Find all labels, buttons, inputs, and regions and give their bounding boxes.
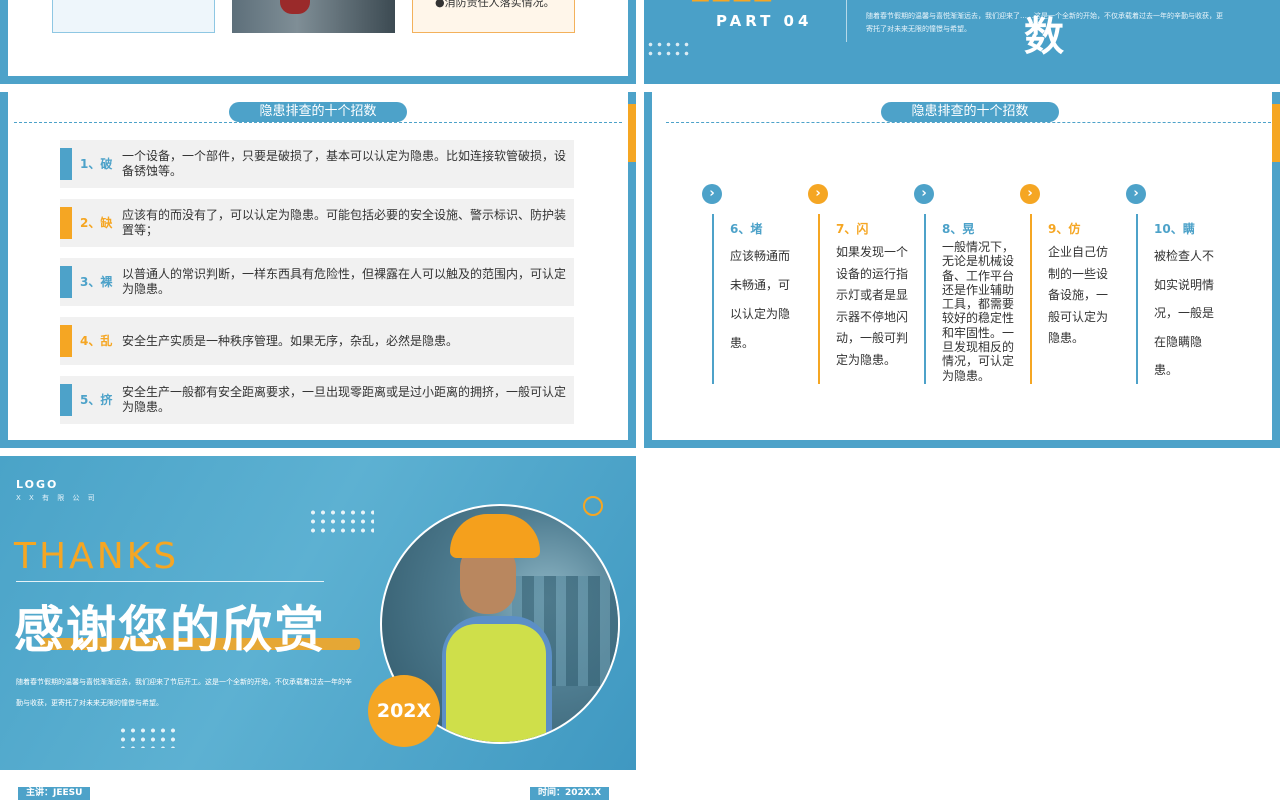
item-marker	[60, 325, 72, 357]
date-label: 时间：202X.X	[530, 787, 610, 800]
tip-body: 被检查人不如实说明情况，一般是在隐瞒隐患。	[1154, 249, 1215, 378]
tip-heading: 7、闪	[836, 222, 869, 236]
info-box-right: ●消防责任人落实情况。	[412, 0, 575, 33]
column-line	[818, 214, 820, 384]
column-line	[1136, 214, 1138, 384]
orange-tab-decoration	[1272, 104, 1280, 162]
chevron-right-icon: ›	[1020, 184, 1040, 204]
section-title-fragment-orange: ▬▬▬▬	[690, 0, 773, 9]
slide-title: 隐患排查的十个招数	[229, 102, 407, 122]
tip-heading: 6、堵	[730, 222, 763, 236]
chevron-right-icon: ›	[808, 184, 828, 204]
orange-tab-decoration	[628, 104, 636, 162]
chevron-right-icon: ›	[1126, 184, 1146, 204]
list-item: 5、挤 安全生产一般都有安全距离要求，一旦出现零距离或是过小距离的拥挤，一般可认…	[60, 376, 574, 424]
safety-vest	[446, 624, 546, 742]
slide-thumbnail-partial-top-left[interactable]: ●消防责任人落实情况。	[0, 0, 636, 84]
info-box-right-text: ●消防责任人落实情况。	[435, 0, 555, 9]
dot-pattern-decoration	[646, 40, 692, 60]
slide-thumbnail-thanks[interactable]: LOGO X X 有 限 公 司 THANKS 感谢您的欣赏 随着春节假期的温馨…	[0, 456, 636, 800]
tip-body: 一般情况下，无论是机械设备、工作平台还是作业辅助工具，都需要较好的稳定性和牢固性…	[942, 240, 1015, 383]
divider-line	[846, 0, 847, 42]
tip-heading: 10、瞒	[1154, 222, 1195, 236]
thanks-headline: 感谢您的欣赏	[14, 601, 326, 659]
thanks-hero-background: LOGO X X 有 限 公 司 THANKS 感谢您的欣赏 随着春节假期的温馨…	[0, 456, 636, 770]
list-item: 1、破 一个设备，一个部件，只要是破损了，基本可以认定为隐患。比如连接软管破损，…	[60, 140, 574, 188]
title-dashed-divider	[14, 122, 622, 123]
fire-extinguisher-icon	[280, 0, 310, 14]
title-dashed-divider	[666, 122, 1276, 123]
slide-title: 隐患排查的十个招数	[881, 102, 1059, 122]
item-text: 以普通人的常识判断，一样东西具有危险性，但裸露在人可以触及的范围内，可认定为隐患…	[122, 267, 567, 296]
tip-body: 如果发现一个设备的运行指示灯或者是显示器不停地闪动，一般可判定为隐患。	[836, 245, 909, 367]
part-label: PART 04	[716, 12, 813, 30]
speaker-label: 主讲：JEESU	[18, 787, 91, 800]
item-text: 一个设备，一个部件，只要是破损了，基本可以认定为隐患。比如连接软管破损，设备锈蚀…	[122, 149, 567, 178]
item-marker	[60, 384, 72, 416]
logo: LOGO	[16, 478, 59, 491]
tip-heading: 8、晃	[942, 222, 975, 236]
dot-pattern-decoration	[308, 508, 374, 534]
list-item: 3、裸 以普通人的常识判断，一样东西具有危险性，但裸露在人可以触及的范围内，可认…	[60, 258, 574, 306]
item-number: 5、挤	[80, 393, 113, 407]
chevron-right-icon: ›	[914, 184, 934, 204]
item-marker	[60, 266, 72, 298]
slide-thumbnail-section-part04[interactable]: ▬▬▬▬ PART 04 随着春节假期的温馨与喜悦渐渐远去，我们迎来了……这是一…	[644, 0, 1280, 84]
tip-heading: 9、仿	[1048, 222, 1081, 236]
item-number: 1、破	[80, 157, 113, 171]
info-box-left	[52, 0, 215, 33]
ring-decoration	[583, 496, 603, 516]
divider-line	[16, 581, 324, 582]
company-name: X X 有 限 公 司	[16, 494, 98, 502]
item-number: 4、乱	[80, 334, 113, 348]
tip-body: 应该畅通而未畅通，可以认定为隐患。	[730, 249, 791, 350]
item-number: 3、裸	[80, 275, 113, 289]
slide-canvas: 隐患排查的十个招数 › 6、堵 应该畅通而未畅通，可以认定为隐患。 › 7、闪 …	[652, 92, 1276, 440]
thanks-label: THANKS	[14, 536, 180, 577]
thanks-paragraph: 随着春节假期的温馨与喜悦渐渐远去，我们迎来了节后开工。这是一个全新的开始，不仅承…	[16, 678, 352, 707]
slide-thumbnail-ten-tips-columns[interactable]: 隐患排查的十个招数 › 6、堵 应该畅通而未畅通，可以认定为隐患。 › 7、闪 …	[644, 92, 1280, 448]
item-text: 应该有的而没有了，可以认定为隐患。可能包括必要的安全设施、警示标识、防护装置等；	[122, 208, 567, 237]
hard-hat-icon	[450, 514, 540, 558]
item-marker	[60, 207, 72, 239]
tip-column: › 10、瞒 被检查人不如实说明情况，一般是在隐瞒隐患。	[1126, 184, 1226, 384]
column-line	[712, 214, 714, 384]
tip-column: › 7、闪 如果发现一个设备的运行指示灯或者是显示器不停地闪动，一般可判定为隐患…	[808, 184, 908, 384]
tip-column: › 6、堵 应该畅通而未畅通，可以认定为隐患。	[702, 184, 802, 384]
slide-canvas: 隐患排查的十个招数 1、破 一个设备，一个部件，只要是破损了，基本可以认定为隐患…	[8, 92, 628, 440]
year-badge: 202X	[368, 675, 440, 747]
list-item: 2、缺 应该有的而没有了，可以认定为隐患。可能包括必要的安全设施、警示标识、防护…	[60, 199, 574, 247]
item-number: 2、缺	[80, 216, 113, 230]
chevron-right-icon: ›	[702, 184, 722, 204]
list-item: 4、乱 安全生产实质是一种秩序管理。如果无序，杂乱，必然是隐患。	[60, 317, 574, 365]
item-text: 安全生产实质是一种秩序管理。如果无序，杂乱，必然是隐患。	[122, 333, 459, 348]
dot-pattern-decoration	[118, 726, 178, 748]
column-line	[924, 214, 926, 384]
item-marker	[60, 148, 72, 180]
column-line	[1030, 214, 1032, 384]
tip-column: › 8、晃 一般情况下，无论是机械设备、工作平台还是作业辅助工具，都需要较好的稳…	[914, 184, 1014, 384]
section-title-fragment: 数	[1024, 14, 1064, 60]
tip-body: 企业自己仿制的一些设备设施，一般可认定为隐患。	[1048, 245, 1109, 345]
item-text: 安全生产一般都有安全距离要求，一旦出现零距离或是过小距离的拥挤，一般可认定为隐患…	[122, 385, 567, 414]
tip-column: › 9、仿 企业自己仿制的一些设备设施，一般可认定为隐患。	[1020, 184, 1120, 384]
fire-extinguisher-photo	[232, 0, 395, 33]
slide-canvas: ●消防责任人落实情况。	[8, 0, 628, 76]
slide-thumbnail-ten-tips-list[interactable]: 隐患排查的十个招数 1、破 一个设备，一个部件，只要是破损了，基本可以认定为隐患…	[0, 92, 636, 448]
